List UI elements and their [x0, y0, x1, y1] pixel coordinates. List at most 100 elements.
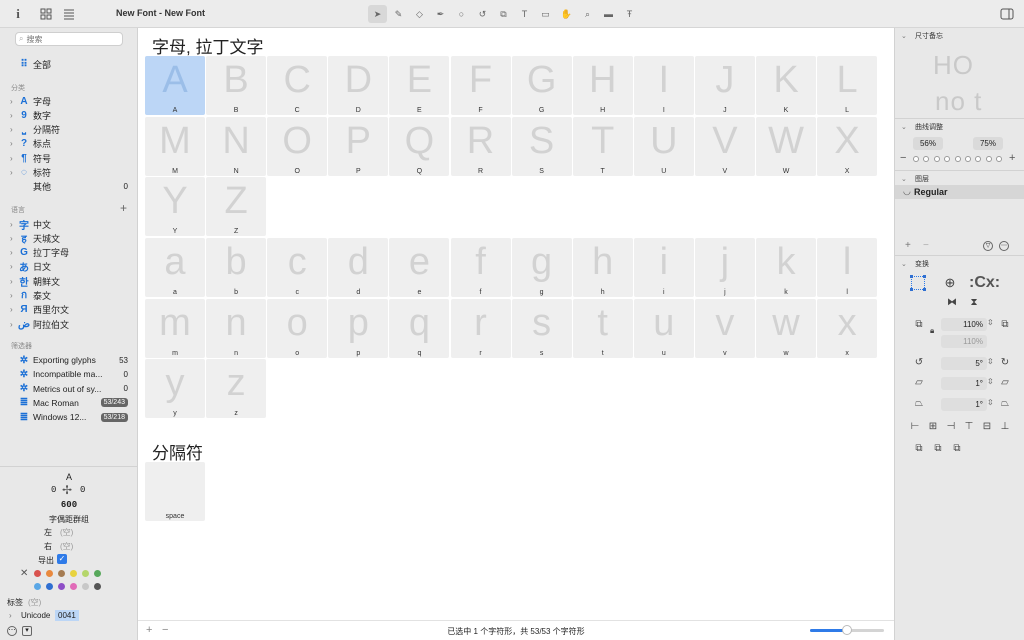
- align-middle-icon[interactable]: ⊟: [980, 420, 994, 434]
- sidebar-item-category[interactable]: › A 字母: [10, 94, 130, 108]
- glyph-cell[interactable]: TT: [572, 116, 633, 176]
- type-tool-icon[interactable]: Ŧ: [620, 5, 639, 23]
- align-bottom-icon[interactable]: ⊥: [998, 420, 1012, 434]
- glyph-cell[interactable]: NN: [206, 116, 267, 176]
- align-right-icon[interactable]: ⊣: [944, 420, 958, 434]
- draw-tool-icon[interactable]: ✎: [389, 5, 408, 23]
- search-field[interactable]: ⌕: [15, 32, 123, 46]
- sidebar-item-category[interactable]: › 9 数字: [10, 108, 130, 122]
- glyph-cell[interactable]: bb: [206, 238, 267, 297]
- chevron-right-icon[interactable]: ›: [10, 234, 18, 243]
- color-swatch[interactable]: [46, 570, 53, 577]
- filter-layers-icon[interactable]: ▽: [983, 241, 993, 251]
- chevron-right-icon[interactable]: ›: [10, 154, 18, 163]
- grid-view-icon[interactable]: [38, 6, 54, 22]
- sidebar-item-language[interactable]: › 字中文: [10, 217, 130, 232]
- decrease-curve-icon[interactable]: −: [900, 152, 906, 164]
- chevron-right-icon[interactable]: ›: [10, 277, 18, 286]
- glyph-cell[interactable]: CC: [267, 56, 328, 115]
- glyph-cell[interactable]: XX: [817, 116, 878, 176]
- color-swatch[interactable]: [46, 583, 53, 590]
- zoom-tool-icon[interactable]: ⌕: [578, 5, 597, 23]
- curve-preset-dot[interactable]: [944, 156, 951, 162]
- glyph-cell[interactable]: OO: [267, 116, 328, 176]
- align-top-icon[interactable]: ⊤: [962, 420, 976, 434]
- zoom-slider[interactable]: [810, 625, 884, 635]
- curve-preset-dot[interactable]: [985, 156, 992, 162]
- search-input[interactable]: [26, 34, 107, 44]
- sidebar-item-category[interactable]: › ◌ 标符: [10, 166, 130, 180]
- glyph-cell[interactable]: PP: [328, 116, 389, 176]
- glyph-cell[interactable]: MM: [145, 116, 205, 176]
- sidebar-item-filter[interactable]: ✲ Exporting glyphs 53: [10, 353, 130, 367]
- glyph-cell[interactable]: ww: [756, 298, 816, 358]
- chevron-right-icon[interactable]: ›: [10, 291, 18, 300]
- sidebar-item-language[interactable]: › ก 泰文: [10, 289, 130, 303]
- stepper-icon[interactable]: ⇳: [987, 318, 994, 327]
- curve-preset-dot[interactable]: [975, 156, 982, 162]
- scale-up-icon[interactable]: ⧉: [998, 318, 1012, 332]
- unicode-chevron-icon[interactable]: ›: [9, 611, 12, 620]
- shape-tool-icon[interactable]: ○: [452, 5, 471, 23]
- glyph-cell[interactable]: YY: [145, 177, 205, 236]
- chevron-down-icon[interactable]: ⌄: [901, 260, 907, 268]
- sidebar-item-filter[interactable]: ≣ Mac Roman 53/243: [10, 396, 130, 410]
- sidebar-toggle-icon[interactable]: [999, 6, 1015, 22]
- sidebar-item-filter[interactable]: ✲ Incompatible ma... 0: [10, 367, 130, 381]
- glyph-cell[interactable]: nn: [206, 298, 267, 358]
- glyph-cell[interactable]: HH: [572, 56, 633, 115]
- sidebar-item-language[interactable]: › G 拉丁字母: [10, 246, 130, 260]
- rsb-value[interactable]: 0: [80, 485, 85, 495]
- rotate-field[interactable]: 5°: [941, 357, 987, 370]
- color-swatch[interactable]: [58, 570, 65, 577]
- sidebar-item-filter[interactable]: ≣ Windows 12... 53/218: [10, 410, 130, 424]
- sidebar-item-other[interactable]: 其他 0: [10, 179, 130, 193]
- glyph-cell[interactable]: QQ: [389, 116, 450, 176]
- stepper-icon[interactable]: ⇳: [987, 398, 994, 407]
- rotate-cw-icon[interactable]: ↻: [998, 356, 1012, 370]
- sidebar-item-category[interactable]: › ⎵ 分隔符: [10, 123, 130, 137]
- stepper-icon[interactable]: ⇳: [987, 357, 994, 366]
- chevron-right-icon[interactable]: ›: [10, 111, 18, 120]
- scale-x-field[interactable]: 110%: [941, 318, 987, 331]
- color-swatch[interactable]: [94, 570, 101, 577]
- curve-preset-dot[interactable]: [996, 156, 1003, 162]
- eraser-tool-icon[interactable]: ◇: [410, 5, 429, 23]
- left-group-value[interactable]: (空): [60, 527, 73, 538]
- sidebar-item-category[interactable]: › ¶ 符号: [10, 151, 130, 165]
- crosshair-icon[interactable]: ⊕: [943, 276, 957, 290]
- curve-left-field[interactable]: 56%: [913, 137, 943, 150]
- slant-x-field[interactable]: 1°: [941, 377, 987, 390]
- color-swatch[interactable]: [34, 583, 41, 590]
- annotation-tool-icon[interactable]: ▭: [536, 5, 555, 23]
- sidebar-item-all[interactable]: ⠿ 全部: [10, 57, 130, 71]
- origin-grid-icon[interactable]: [910, 275, 926, 291]
- chevron-right-icon[interactable]: ›: [10, 97, 18, 106]
- flip-vertical-icon[interactable]: ⧗: [967, 296, 981, 310]
- sidebar-item-language[interactable]: › あ日文: [10, 260, 130, 274]
- unicode-value[interactable]: 0041: [55, 610, 79, 621]
- curve-preset-dot[interactable]: [923, 156, 930, 162]
- glyph-cell[interactable]: uu: [633, 298, 694, 358]
- slant-vertical-icon[interactable]: ⏢: [912, 397, 926, 411]
- glyph-cell[interactable]: LL: [817, 56, 878, 115]
- glyph-cell[interactable]: II: [633, 56, 694, 115]
- text-tool-icon[interactable]: T: [515, 5, 534, 23]
- slant-right-icon[interactable]: ▱: [998, 376, 1012, 390]
- sidebar-item-category[interactable]: ›? 标点: [10, 137, 130, 151]
- glyph-cell[interactable]: aa: [145, 238, 205, 297]
- list-view-icon[interactable]: [61, 6, 77, 22]
- sidebar-item-filter[interactable]: ✲ Metrics out of sy... 0: [10, 382, 130, 396]
- glyph-cell[interactable]: space: [145, 462, 205, 521]
- slant-y-field[interactable]: 1°: [941, 398, 987, 411]
- hand-tool-icon[interactable]: ✋: [557, 5, 576, 23]
- color-swatch[interactable]: [70, 583, 77, 590]
- union-icon[interactable]: ⧉: [912, 442, 926, 456]
- chevron-right-icon[interactable]: ›: [10, 262, 18, 271]
- glyph-cell[interactable]: ss: [511, 298, 572, 358]
- scale-y-field[interactable]: 110%: [941, 335, 987, 348]
- subtract-icon[interactable]: ⧉: [931, 442, 945, 456]
- glyph-cell[interactable]: DD: [328, 56, 389, 115]
- stepper-icon[interactable]: ⇳: [987, 377, 994, 386]
- color-swatch[interactable]: [82, 583, 89, 590]
